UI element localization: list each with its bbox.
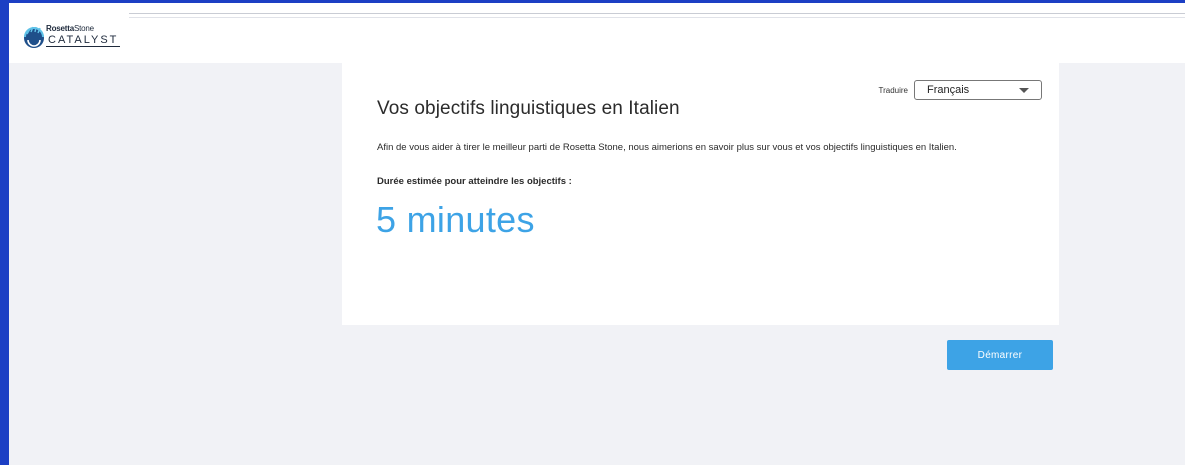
rosetta-stone-logo-icon: [24, 26, 44, 48]
duration-value: 5 minutes: [376, 199, 535, 240]
header-divider: [129, 13, 1185, 14]
intro-text: Afin de vous aider à tirer le meilleur p…: [377, 142, 957, 153]
header-bar: RosettaStone CATALYST: [9, 3, 1185, 63]
language-select-value: Français: [927, 84, 970, 96]
chevron-down-icon: [1019, 88, 1029, 93]
translate-control: Traduire Français: [878, 80, 1042, 100]
app-window: RosettaStone CATALYST Traduire Français …: [0, 0, 1185, 465]
page-title: Vos objectifs linguistiques en Italien: [377, 98, 680, 119]
language-select[interactable]: Français: [914, 80, 1042, 100]
brand-logo[interactable]: RosettaStone CATALYST: [23, 21, 133, 61]
brand-name: RosettaStone: [46, 24, 94, 33]
translate-label: Traduire: [878, 85, 909, 95]
brand-name-light: Stone: [73, 24, 94, 33]
duration-label: Durée estimée pour atteindre les objecti…: [377, 176, 572, 187]
goals-card: Traduire Français Vos objectifs linguist…: [342, 62, 1059, 325]
brand-name-bold: Rosetta: [46, 24, 74, 33]
product-name: CATALYST: [46, 34, 121, 47]
header-divider-secondary: [129, 17, 1185, 18]
start-button[interactable]: Démarrer: [947, 340, 1053, 370]
